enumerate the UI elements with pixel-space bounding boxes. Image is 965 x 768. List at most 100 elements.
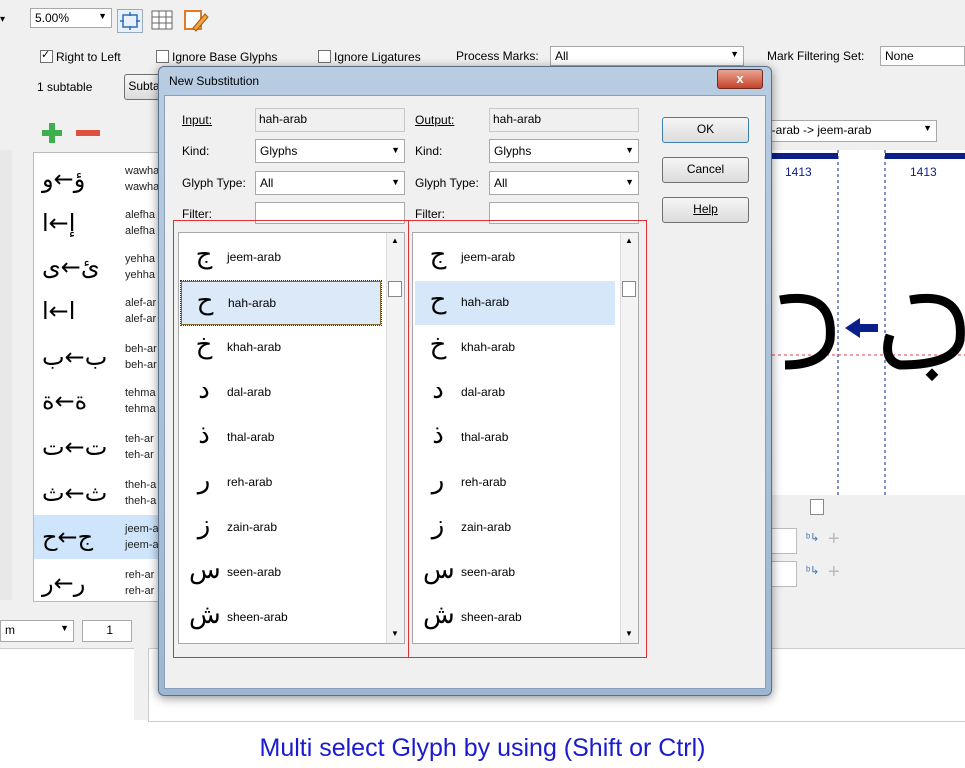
input-kind-combo[interactable]: Glyphs ▼ [255,139,405,163]
list-item[interactable]: ة←ة tehma tehma [34,379,164,423]
ignore-base-glyphs-checkbox[interactable]: Ignore Base Glyphs [156,50,277,64]
substitution-list[interactable]: ؤ←و wawha wawha إ←ا alefha alefha ئ←ى ye… [33,152,165,602]
chevron-down-icon: ▼ [98,11,107,21]
new-substitution-dialog: New Substitution x Input: hah-arab Outpu… [158,66,772,696]
output-field[interactable]: hah-arab [489,108,639,132]
preview-scrollbar[interactable] [760,497,965,517]
scroll-thumb[interactable] [810,499,824,515]
input-label: Input: [182,113,213,127]
add-icon[interactable]: + [828,528,840,551]
ok-button[interactable]: OK [662,117,749,143]
glyph-name: tehma [125,387,156,399]
glyph-pair: ة←ة [42,387,88,415]
output-kind-combo[interactable]: Glyphs ▼ [489,139,639,163]
glyph-name: alefha [125,209,155,221]
right-to-left-label: Right to Left [56,50,121,64]
chevron-down-icon[interactable]: ▾ [0,14,5,25]
list-item[interactable]: ر←ر reh-ar reh-ar [34,561,164,605]
grid-view-icon[interactable] [150,9,174,31]
list-item[interactable]: ئ←ى yehha yehha [34,245,164,289]
glyph-pair: ب←ب [42,343,108,371]
small-field[interactable] [770,561,797,587]
glyph-name: jeem-a [125,523,159,535]
mark-filtering-combo[interactable]: None [880,46,965,66]
list-item[interactable]: ؤ←و wawha wawha [34,157,164,201]
glyph-name: alefha [125,225,155,237]
add-icon[interactable]: + [828,561,840,584]
chevron-down-icon: ▼ [625,145,634,155]
mark-filtering-label: Mark Filtering Set: [767,49,865,63]
kind-label: Kind: [415,144,443,158]
glyph-name: wawha [125,165,160,177]
process-marks-value: All [555,49,569,63]
glyph-name: theh-a [125,495,157,507]
glyph-name: yehha [125,269,155,281]
list-item[interactable]: ا←ا alef-ar alef-ar [34,289,164,333]
page-spinner[interactable]: 1 [82,620,132,642]
fit-view-icon[interactable] [117,9,143,33]
help-button[interactable]: Help [662,197,749,223]
kind-value: Glyphs [494,144,532,158]
add-icon[interactable] [40,121,64,148]
remove-icon[interactable] [74,121,102,148]
filter-label: Filter: [182,207,212,221]
glyph-name: alef-ar [125,297,157,309]
list-item[interactable]: ت←ت teh-ar teh-ar [34,425,164,469]
highlight-box [173,220,409,658]
chevron-down-icon: ▼ [391,145,400,155]
glyph-name: teh-ar [125,449,154,461]
cancel-button[interactable]: Cancel [662,157,749,183]
chevron-down-icon: ▼ [730,49,739,59]
glyph-type-label: Glyph Type: [182,176,246,190]
list-item[interactable]: إ←ا alefha alefha [34,201,164,245]
process-marks-combo[interactable]: All ▼ [550,46,744,66]
close-icon[interactable]: x [717,69,763,89]
process-marks-label: Process Marks: [456,49,539,63]
glyph-pair: ئ←ى [42,253,100,281]
checkbox-icon [156,50,169,63]
ignore-ligatures-label: Ignore Ligatures [334,50,421,64]
kern-icon[interactable]: ᵇ↳ [806,531,819,544]
glyph-name: beh-ar [125,343,157,355]
checkbox-checked-icon [40,48,53,63]
bottom-panel [0,648,134,721]
input-field[interactable]: hah-arab [255,108,405,132]
output-glyph-type-combo[interactable]: All ▼ [489,171,639,195]
glyph-type-label: Glyph Type: [415,176,479,190]
glyph-name: beh-ar [125,359,157,371]
zoom-value: 5.00% [35,11,70,25]
list-item[interactable]: ث←ث theh-a theh-a [34,471,164,515]
chevron-down-icon: ▼ [391,177,400,187]
list-item[interactable]: ب←ب beh-ar beh-ar [34,335,164,379]
left-scrollbar[interactable] [0,150,12,600]
edit-glyph-icon[interactable] [183,8,209,32]
kern-icon[interactable]: ᵇ↳ [806,564,819,577]
kind-value: Glyphs [260,144,298,158]
ignore-base-glyphs-label: Ignore Base Glyphs [172,50,278,64]
glyph-name: reh-ar [125,569,155,581]
glyph-type-value: All [494,176,508,190]
ignore-ligatures-checkbox[interactable]: Ignore Ligatures [318,50,421,64]
glyph-pair: ؤ←و [42,165,86,193]
rule-combo[interactable]: n-arab -> jeem-arab ▼ [760,120,937,142]
glyph-name: theh-a [125,479,157,491]
glyph-pair: ج←ح [42,523,94,551]
small-field[interactable] [770,528,797,554]
glyph-pair: ث←ث [42,479,108,507]
unit-combo[interactable]: m ▼ [0,620,74,642]
glyph-pair: ت←ت [42,433,108,461]
glyph-name: yehha [125,253,155,265]
input-glyph-type-combo[interactable]: All ▼ [255,171,405,195]
page-value: 1 [106,623,113,637]
glyph-pair: إ←ا [42,209,76,237]
subtable-count: 1 subtable [37,80,93,94]
unit-value: m [5,623,15,637]
chevron-down-icon: ▼ [625,177,634,187]
filter-label: Filter: [415,207,445,221]
right-to-left-checkbox[interactable]: Right to Left [40,48,121,64]
glyph-name: jeem-a [125,539,159,551]
zoom-combo[interactable]: 5.00% ▼ [30,8,112,28]
glyph-name: alef-ar [125,313,157,325]
list-item-selected[interactable]: ج←ح jeem-a jeem-a [34,515,164,559]
dialog-title: New Substitution [169,74,260,88]
